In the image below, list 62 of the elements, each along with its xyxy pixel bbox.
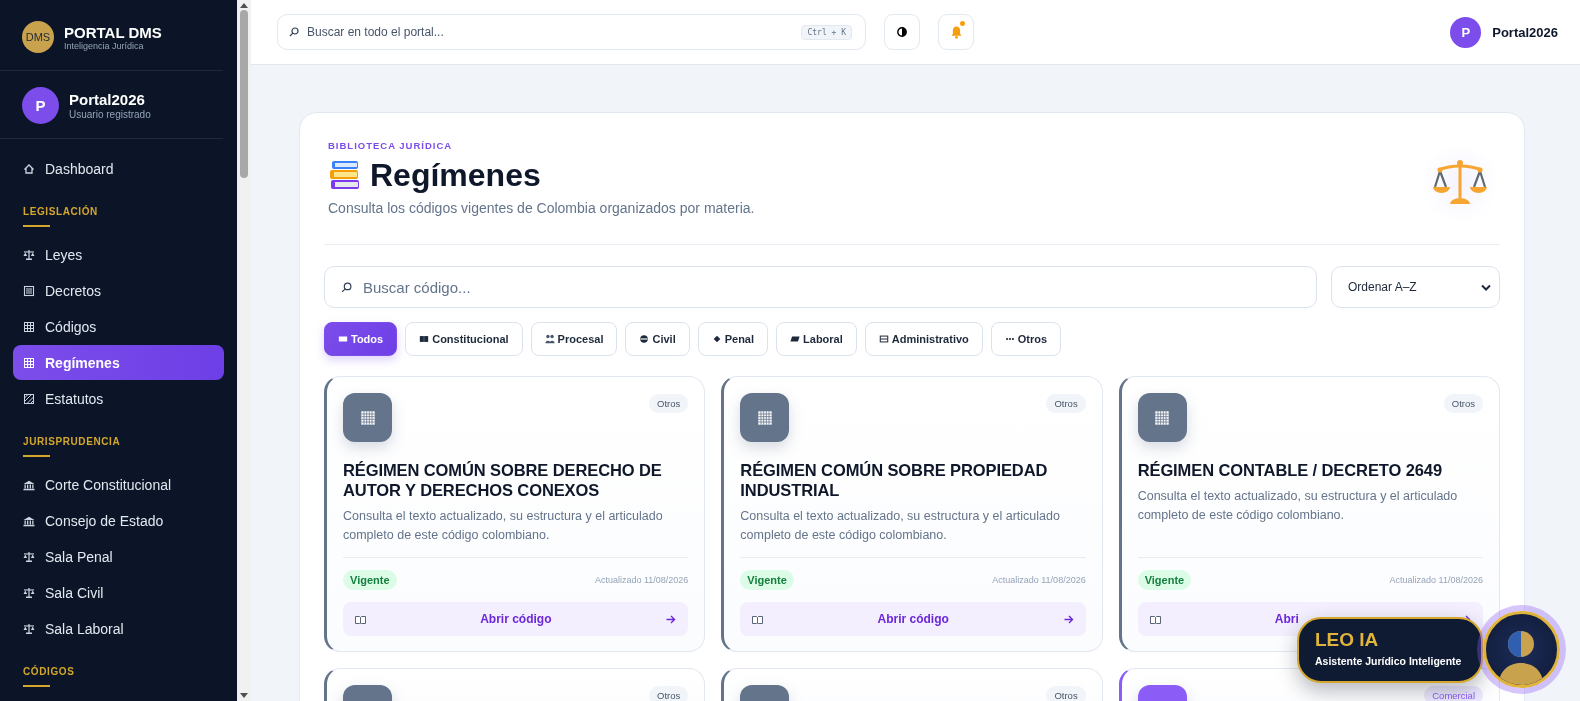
- updated-date: Actualizado 11/08/2026: [594, 575, 689, 585]
- card-title: RÉGIMEN COMÚN SOBRE DERECHO DE AUTOR Y DERECHOS CONEXOS: [343, 460, 663, 500]
- open-code-button[interactable]: Abrir código: [740, 602, 1086, 636]
- category-tag: Otros: [1046, 394, 1086, 413]
- filter-chip[interactable]: Civil: [625, 322, 690, 356]
- filter-chip[interactable]: Constitucional: [405, 322, 523, 356]
- user-name: Portal2026: [69, 91, 146, 109]
- updated-date: Actualizado 11/08/2026: [992, 575, 1086, 585]
- section-heading: JURISPRUDENCIA: [23, 436, 121, 447]
- search-field[interactable]: Buscar código...: [324, 266, 1317, 308]
- user-avatar: P: [22, 87, 59, 124]
- category-tag: Otros: [649, 686, 689, 701]
- brand-name: PORTAL DMS: [64, 23, 162, 41]
- sidebar-item[interactable]: Leyes: [13, 237, 224, 272]
- code-card[interactable]: Otros: [721, 668, 1103, 701]
- global-search-field[interactable]: Buscar en todo el portal... Ctrl + K: [277, 14, 866, 50]
- card-title: RÉGIMEN COMÚN SOBRE PROPIEDAD INDUSTRIAL: [740, 460, 1049, 500]
- page-subtitle: Consulta los códigos vigentes de Colombia organizados por materia.: [328, 200, 755, 216]
- filter-chip[interactable]: Administrativo: [864, 322, 983, 356]
- status-tag: Vigente: [740, 570, 794, 590]
- shortcut-hint: Ctrl + K: [801, 24, 852, 40]
- filter-chip[interactable]: Laboral: [776, 322, 857, 356]
- section-heading: CÓDIGOS: [23, 666, 75, 677]
- user-name: Portal2026: [1492, 24, 1558, 40]
- filter-chip[interactable]: Otros: [990, 322, 1062, 356]
- sort-dropdown[interactable]: Ordenar A–Z: [1331, 266, 1500, 308]
- updated-date: Actualizado 11/08/2026: [1389, 575, 1483, 585]
- card-description: Consulta el texto actualizado, su estructura y el articulado completo de este código colombiano.: [343, 508, 664, 544]
- code-card[interactable]: Otros: [324, 668, 706, 701]
- category-tag: Otros: [1046, 686, 1086, 701]
- category-tag: Otros: [649, 394, 689, 413]
- sidebar-item[interactable]: Sala Civil: [13, 575, 224, 610]
- card-description: Consulta el texto actualizado, su estructura y el articulado completo de este código colombiano.: [740, 508, 1061, 544]
- logo: DMS: [22, 21, 54, 53]
- category-tag: Otros: [1443, 394, 1483, 413]
- assistant-toast[interactable]: LEO IA Asistente Jurídico Inteligente: [1297, 617, 1483, 683]
- page-title: Regímenes: [370, 156, 541, 194]
- section-heading: LEGISLACIÓN: [23, 206, 98, 217]
- user-role: Usuario registrado: [69, 109, 151, 120]
- card-description: Consulta el texto actualizado, su estructura y el articulado completo de este código colombiano.: [1137, 488, 1459, 524]
- sidebar-item[interactable]: Estatutos: [13, 381, 224, 416]
- sidebar-item[interactable]: Sala Penal: [13, 539, 224, 574]
- filter-chip[interactable]: Penal: [697, 322, 769, 356]
- section-eyebrow: BIBLIOTECA JURÍDICA: [328, 140, 454, 151]
- open-code-button[interactable]: Abrir código: [343, 602, 689, 636]
- card-title: RÉGIMEN CONTABLE / DECRETO 2649: [1137, 460, 1443, 480]
- category-tag: Comercial: [1424, 686, 1483, 701]
- sidebar-item[interactable]: Consejo de Estado: [13, 503, 224, 538]
- assistant-subtitle: Asistente Jurídico Inteligente: [1315, 655, 1462, 667]
- sidebar-item[interactable]: Códigos: [13, 309, 224, 344]
- sidebar-item[interactable]: Corte Constitucional: [13, 467, 224, 502]
- sidebar-item[interactable]: Dashboard: [13, 151, 224, 186]
- sidebar-item[interactable]: Sala Laboral: [13, 611, 224, 646]
- user-avatar: P: [1450, 16, 1482, 48]
- status-tag: Vigente: [1137, 570, 1192, 590]
- filter-chip[interactable]: Procesal: [530, 322, 618, 356]
- filter-chip[interactable]: Todos: [324, 322, 398, 356]
- status-tag: Vigente: [343, 570, 397, 590]
- sidebar-item[interactable]: Regímenes: [13, 345, 224, 380]
- sidebar-item[interactable]: Decretos: [13, 273, 224, 308]
- code-card[interactable]: Otros RÉGIMEN COMÚN SOBRE PROPIEDAD INDUSTRIAL Consulta el texto actualizado, su estructura y el articulado completo de este código colombiano. Vigente Actualizado 11/08/2026 Abrir código: [721, 376, 1103, 652]
- brand-tagline: Inteligencia Jurídica: [64, 40, 145, 51]
